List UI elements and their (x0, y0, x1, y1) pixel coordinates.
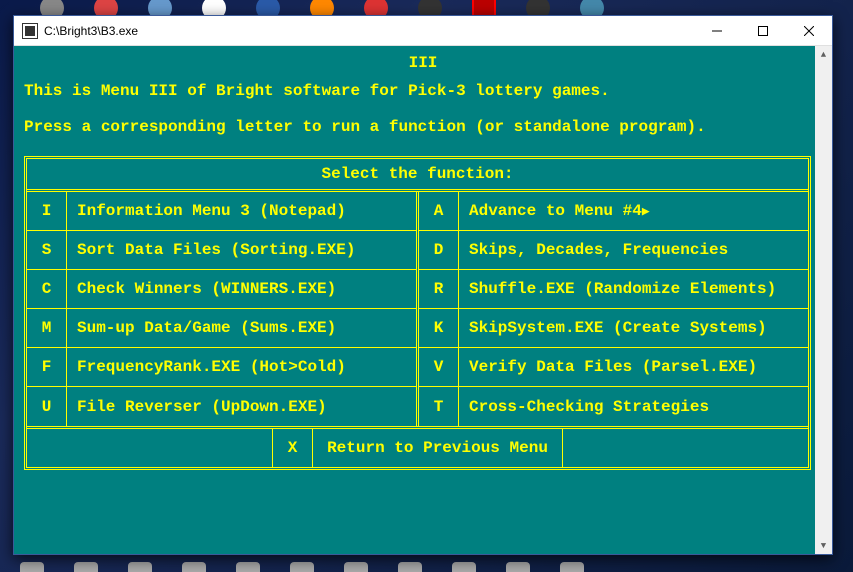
menu-item-k[interactable]: K SkipSystem.EXE (Create Systems) (419, 309, 808, 348)
intro-text-2: Press a corresponding letter to run a fu… (24, 118, 822, 136)
vertical-scrollbar[interactable]: ▲ ▼ (815, 46, 832, 554)
menu-item-m[interactable]: M Sum-up Data/Game (Sums.EXE) (27, 309, 416, 348)
intro-text-1: This is Menu III of Bright software for … (24, 82, 822, 100)
minimize-button[interactable] (694, 16, 740, 46)
menu-key: D (419, 231, 459, 269)
menu-item-t[interactable]: T Cross-Checking Strategies (419, 387, 808, 426)
menu-item-v[interactable]: V Verify Data Files (Parsel.EXE) (419, 348, 808, 387)
maximize-button[interactable] (740, 16, 786, 46)
menu-key: M (27, 309, 67, 347)
menu-header: Select the function: (27, 159, 808, 192)
titlebar[interactable]: C:\Bright3\B3.exe (14, 16, 832, 46)
menu-item-i[interactable]: I Information Menu 3 (Notepad) (27, 192, 416, 231)
menu-label: Cross-Checking Strategies (459, 387, 808, 426)
menu-label: SkipSystem.EXE (Create Systems) (459, 309, 808, 347)
menu-key: C (27, 270, 67, 308)
menu-key: T (419, 387, 459, 426)
menu-item-x[interactable]: X Return to Previous Menu (272, 429, 563, 467)
menu-label: FrequencyRank.EXE (Hot>Cold) (67, 348, 416, 386)
menu-label: Check Winners (WINNERS.EXE) (67, 270, 416, 308)
minimize-icon (712, 26, 722, 36)
maximize-icon (758, 26, 768, 36)
menu-key: S (27, 231, 67, 269)
menu-label: Sum-up Data/Game (Sums.EXE) (67, 309, 416, 347)
menu-key: U (27, 387, 67, 426)
menu-key: F (27, 348, 67, 386)
menu-label: Skips, Decades, Frequencies (459, 231, 808, 269)
menu-column-left: I Information Menu 3 (Notepad) S Sort Da… (27, 192, 419, 426)
menu-number: III (24, 54, 822, 72)
scroll-down-icon[interactable]: ▼ (815, 537, 832, 554)
menu-label: Advance to Menu #4 (459, 192, 808, 230)
console-area: III This is Menu III of Bright software … (14, 46, 832, 554)
close-icon (804, 26, 814, 36)
scroll-track[interactable] (815, 63, 832, 537)
menu-key: I (27, 192, 67, 230)
app-window: C:\Bright3\B3.exe III This is Menu III o… (13, 15, 833, 555)
menu-label: Return to Previous Menu (313, 429, 562, 467)
menu-key: X (273, 429, 313, 467)
menu-item-s[interactable]: S Sort Data Files (Sorting.EXE) (27, 231, 416, 270)
scroll-up-icon[interactable]: ▲ (815, 46, 832, 63)
menu-label: File Reverser (UpDown.EXE) (67, 387, 416, 426)
menu-item-r[interactable]: R Shuffle.EXE (Randomize Elements) (419, 270, 808, 309)
menu-item-c[interactable]: C Check Winners (WINNERS.EXE) (27, 270, 416, 309)
menu-item-a[interactable]: A Advance to Menu #4 (419, 192, 808, 231)
menu-label: Verify Data Files (Parsel.EXE) (459, 348, 808, 386)
menu-item-d[interactable]: D Skips, Decades, Frequencies (419, 231, 808, 270)
menu-item-u[interactable]: U File Reverser (UpDown.EXE) (27, 387, 416, 426)
menu-label: Sort Data Files (Sorting.EXE) (67, 231, 416, 269)
menu-column-right: A Advance to Menu #4 D Skips, Decades, F… (419, 192, 808, 426)
menu-label: Information Menu 3 (Notepad) (67, 192, 416, 230)
close-button[interactable] (786, 16, 832, 46)
menu-box: Select the function: I Information Menu … (24, 156, 811, 470)
window-title: C:\Bright3\B3.exe (44, 24, 694, 38)
menu-key: R (419, 270, 459, 308)
menu-key: K (419, 309, 459, 347)
menu-label: Shuffle.EXE (Randomize Elements) (459, 270, 808, 308)
app-icon (22, 23, 38, 39)
menu-key: V (419, 348, 459, 386)
menu-key: A (419, 192, 459, 230)
menu-item-f[interactable]: F FrequencyRank.EXE (Hot>Cold) (27, 348, 416, 387)
